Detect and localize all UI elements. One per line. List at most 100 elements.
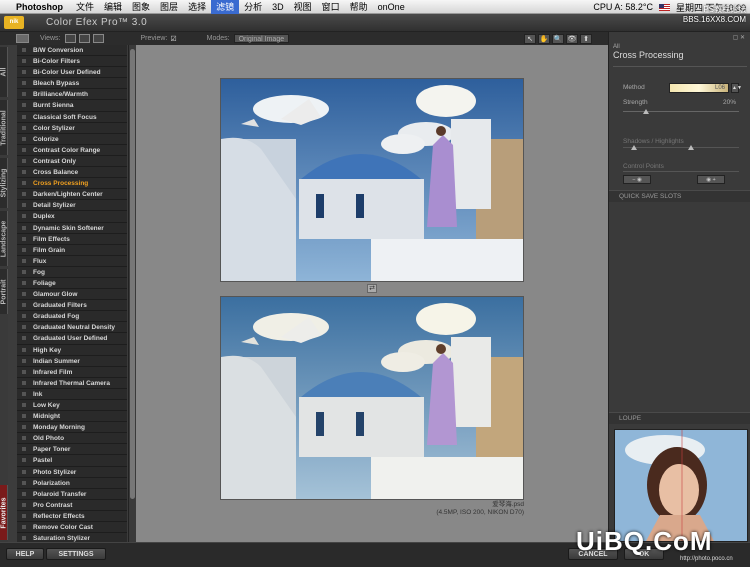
filter-list-item[interactable]: Bi-Color User Defined xyxy=(17,67,127,79)
quick-save-slots-header[interactable]: QUICK SAVE SLOTS xyxy=(609,190,750,202)
filter-list-item[interactable]: B/W Conversion xyxy=(17,45,127,57)
filter-list-item[interactable]: Fog xyxy=(17,267,127,278)
tab-landscape[interactable]: Landscape xyxy=(0,211,8,266)
filter-list-item[interactable]: Reflector Effects xyxy=(17,511,127,523)
filter-list-item[interactable]: Monday Morning xyxy=(17,422,127,434)
zoom-tool-icon[interactable]: 🔍 xyxy=(552,33,564,44)
menu-item[interactable]: 视图 xyxy=(289,0,317,14)
filter-list-item[interactable]: Film Effects xyxy=(17,234,127,245)
menu-item[interactable]: 分析 xyxy=(239,0,267,14)
app-menu[interactable]: Photoshop xyxy=(16,2,63,12)
control-points-label: Control Points xyxy=(623,163,664,170)
filter-list-item[interactable]: Foliage xyxy=(17,278,127,290)
filter-list-item[interactable]: Polaroid Transfer xyxy=(17,489,127,500)
filter-list-item[interactable]: Ink xyxy=(17,389,127,400)
view-split-button[interactable] xyxy=(64,34,76,43)
tab-favorites[interactable]: Favorites xyxy=(0,485,8,540)
highlights-knob[interactable] xyxy=(688,145,694,150)
filter-list-item[interactable]: Polarization xyxy=(17,478,127,489)
preview-eye-icon[interactable]: 👁 xyxy=(566,33,578,44)
filter-list-item[interactable]: Darken/Lighten Center xyxy=(17,189,127,201)
filter-list-item[interactable]: Glamour Glow xyxy=(17,289,127,301)
filter-list-item[interactable]: Duplex xyxy=(17,211,127,223)
filter-list-item[interactable]: Film Grain xyxy=(17,245,127,256)
strength-slider-knob[interactable] xyxy=(643,109,650,114)
help-button[interactable]: HELP xyxy=(6,548,44,560)
site-watermark: UiBQ.CoM xyxy=(576,526,713,556)
tab-portrait[interactable]: Portrait xyxy=(0,269,8,314)
filter-list-item[interactable]: Contrast Color Range xyxy=(17,145,127,156)
remove-control-point-button[interactable]: ◉ + xyxy=(697,175,725,184)
menu-item[interactable]: 窗口 xyxy=(317,0,345,14)
loupe-header[interactable]: LOUPE xyxy=(609,412,750,424)
filter-list-item[interactable]: Infrared Film xyxy=(17,367,127,378)
filter-list-item[interactable]: Graduated Filters xyxy=(17,300,127,312)
filter-list-item[interactable]: High Key xyxy=(17,345,127,356)
filter-list-item[interactable]: Graduated Fog xyxy=(17,311,127,323)
filter-list-item[interactable]: Color Stylizer xyxy=(17,123,127,134)
filter-list-item[interactable]: Pro Contrast xyxy=(17,500,127,511)
upload-icon[interactable]: ⬆ xyxy=(580,33,592,44)
menu-bar: Photoshop 文件 编辑 图象 图层 选择 滤镜 分析 3D 视图 窗口 帮助 onOne CP… xyxy=(0,0,750,14)
add-control-point-button[interactable]: − ◉ xyxy=(623,175,651,184)
hand-tool-icon[interactable]: ✋ xyxy=(538,33,550,44)
filter-list-item[interactable]: Bleach Bypass xyxy=(17,78,127,90)
filter-list-item[interactable]: Photo Stylizer xyxy=(17,467,127,478)
preview-after-image[interactable] xyxy=(220,296,524,500)
menu-item[interactable]: 3D xyxy=(267,0,289,14)
tab-stylizing[interactable]: Stylizing xyxy=(0,158,8,208)
swap-views-button[interactable]: ⇄ xyxy=(367,284,377,293)
settings-button[interactable]: SETTINGS xyxy=(46,548,106,560)
menu-item[interactable]: 编辑 xyxy=(99,0,127,14)
menu-item[interactable]: 文件 xyxy=(71,0,99,14)
file-details: (4.5MP, ISO 200, NIKON D70) xyxy=(436,509,524,516)
filter-list-item[interactable]: Graduated User Defined xyxy=(17,333,127,345)
tab-traditional[interactable]: Traditional xyxy=(0,100,8,155)
filter-list-item[interactable]: Colorize xyxy=(17,134,127,145)
filter-list-item[interactable]: Burnt Sienna xyxy=(17,100,127,112)
filter-list-item[interactable]: Midnight xyxy=(17,411,127,423)
filter-list-item[interactable]: Bi-Color Filters xyxy=(17,56,127,68)
shadows-slider[interactable] xyxy=(623,147,739,148)
filter-list-item[interactable]: Graduated Neutral Density xyxy=(17,322,127,334)
view-side-by-side-button[interactable] xyxy=(78,34,90,43)
tab-all[interactable]: All xyxy=(0,47,8,97)
modes-select[interactable]: Original Image xyxy=(233,34,290,43)
menu-item[interactable]: 滤镜 xyxy=(211,0,240,14)
preview-checkbox[interactable]: ☑ xyxy=(170,35,176,43)
strength-slider[interactable] xyxy=(623,111,739,112)
filter-list-item[interactable]: Contrast Only xyxy=(17,156,127,168)
filter-list-item[interactable]: Remove Color Cast xyxy=(17,522,127,534)
filter-list-item[interactable]: Classical Soft Focus xyxy=(17,112,127,123)
view-compare-button[interactable] xyxy=(92,34,104,43)
preview-before-image[interactable] xyxy=(220,78,524,282)
menu-item[interactable]: 选择 xyxy=(183,0,211,14)
filter-list-item[interactable]: Old Photo xyxy=(17,433,127,445)
menu-item[interactable]: 图层 xyxy=(155,0,183,14)
menu-item[interactable]: 图象 xyxy=(127,0,155,14)
view-single-button[interactable] xyxy=(16,34,29,43)
filter-list-item[interactable]: Paper Toner xyxy=(17,444,127,456)
flag-icon[interactable] xyxy=(658,3,670,11)
menu-item[interactable]: onOne xyxy=(373,0,410,14)
menu-item[interactable]: 帮助 xyxy=(345,0,373,14)
filter-list-item[interactable]: Saturation Stylizer xyxy=(17,533,127,542)
filter-list-item[interactable]: Flux xyxy=(17,256,127,267)
filter-list-item[interactable]: Infrared Thermal Camera xyxy=(17,378,127,389)
filter-list-item[interactable]: Detail Stylizer xyxy=(17,200,127,212)
scroll-thumb[interactable] xyxy=(130,49,135,499)
filter-list-item[interactable]: Cross Processing xyxy=(17,178,127,190)
filter-list-item[interactable]: Low Key xyxy=(17,400,127,412)
chevron-down-icon[interactable]: ▲▼ xyxy=(731,83,742,93)
filter-list-item[interactable]: Pastel xyxy=(17,455,127,467)
settings-panel: All Cross Processing ▢ ✕ Method L06 ▲▼ S… xyxy=(608,32,750,542)
header-icons[interactable]: ▢ ✕ xyxy=(733,34,745,41)
filter-list-item[interactable]: Brilliance/Warmth xyxy=(17,89,127,101)
filter-list-item[interactable]: Cross Balance xyxy=(17,167,127,179)
pointer-tool-icon[interactable]: ↖ xyxy=(524,33,536,44)
method-select[interactable]: L06 xyxy=(669,83,729,93)
filter-list-scrollbar[interactable] xyxy=(128,45,136,542)
shadows-knob[interactable] xyxy=(631,145,637,150)
filter-list-item[interactable]: Indian Summer xyxy=(17,356,127,367)
filter-list-item[interactable]: Dynamic Skin Softener xyxy=(17,223,127,234)
